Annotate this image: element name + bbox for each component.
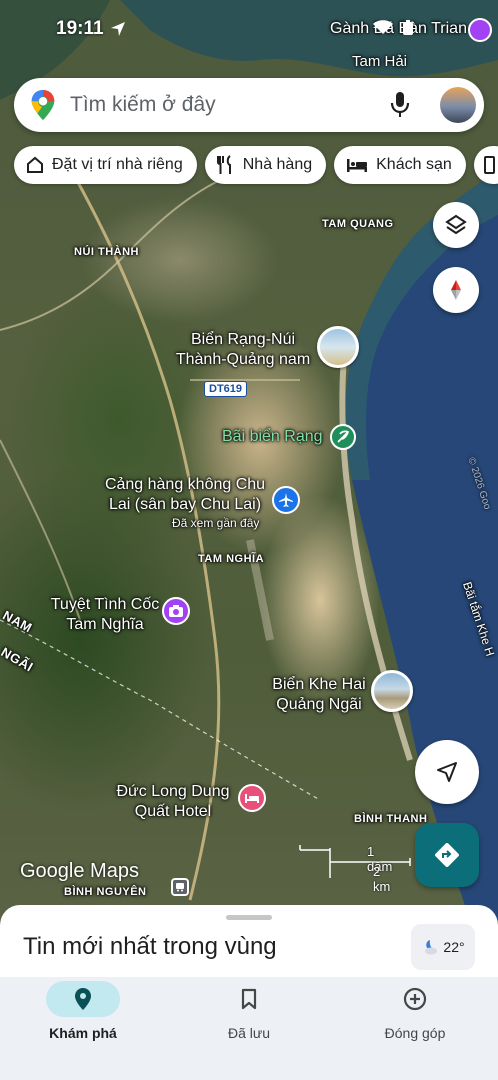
beach-marker-icon[interactable] xyxy=(330,424,356,450)
chip-label: Đặt vị trí nhà riêng xyxy=(52,156,183,173)
status-time: 19:11 xyxy=(56,18,104,39)
chip-more[interactable] xyxy=(473,146,498,184)
place-label[interactable]: NÚI THÀNH xyxy=(74,246,139,258)
weather-badge[interactable]: 22° xyxy=(411,924,475,970)
hotel-icon xyxy=(347,159,368,172)
restaurant-icon xyxy=(216,155,231,174)
nav-saved[interactable]: Đã lưu xyxy=(166,977,332,1080)
poi-sublabel: Đã xem gần đây xyxy=(172,516,260,530)
camera-marker-icon[interactable] xyxy=(162,597,190,625)
poi-photo-marker[interactable] xyxy=(317,326,359,368)
gas-station-icon xyxy=(483,156,495,174)
road-shield: DT619 xyxy=(204,381,248,397)
explore-pin-icon xyxy=(75,988,91,1010)
temperature: 22° xyxy=(443,939,465,955)
search-input[interactable]: Tìm kiếm ở đây xyxy=(70,93,388,117)
sheet-title: Tin mới nhất trong vùng xyxy=(23,933,277,960)
place-label[interactable]: BÌNH THANH xyxy=(354,813,427,825)
airport-marker-icon[interactable] xyxy=(272,486,300,514)
chip-label: Khách sạn xyxy=(376,156,452,173)
status-icons xyxy=(372,20,416,36)
poi-label[interactable]: Bãi biển Rạng xyxy=(222,427,323,447)
google-maps-brand: Google Maps xyxy=(20,860,139,882)
compass-button[interactable] xyxy=(433,267,479,313)
sheet-drag-handle[interactable] xyxy=(226,915,272,920)
poi-label[interactable]: Cảng hàng không Chu Lai (sân bay Chu Lai… xyxy=(100,475,270,515)
poi-label[interactable]: Biển Rạng-Núi Thành-Quảng nam xyxy=(168,330,318,370)
status-bar: 19:11 xyxy=(56,18,126,40)
bottom-navigation: Khám phá Đã lưu Đóng góp xyxy=(0,977,498,1080)
poi-photo-marker[interactable] xyxy=(371,670,413,712)
directions-button[interactable] xyxy=(415,823,479,887)
wifi-icon xyxy=(373,20,393,34)
nav-label: Đóng góp xyxy=(384,1025,446,1041)
place-label[interactable]: TAM NGHĨA xyxy=(198,553,264,565)
poi-label[interactable]: Đức Long Dung Quất Hotel xyxy=(108,782,238,822)
nav-contribute-indicator xyxy=(378,981,452,1017)
nav-explore[interactable]: Khám phá xyxy=(0,977,166,1080)
bookmark-icon xyxy=(241,988,257,1010)
battery-icon xyxy=(403,20,413,35)
bottom-sheet[interactable]: Tin mới nhất trong vùng 22° xyxy=(0,905,498,977)
nav-explore-indicator xyxy=(46,981,120,1017)
poi-label[interactable]: Tuyệt Tình Cốc Tam Nghĩa xyxy=(40,595,170,635)
avatar[interactable] xyxy=(440,87,476,123)
directions-icon xyxy=(435,843,459,867)
nav-saved-indicator xyxy=(212,981,286,1017)
nav-label: Khám phá xyxy=(49,1025,117,1041)
place-label[interactable]: Tam Hải xyxy=(352,53,407,70)
poi-label[interactable]: Biển Khe Hai Quảng Ngãi xyxy=(262,675,376,715)
category-chips: Đặt vị trí nhà riêng Nhà hàng Khách sạn xyxy=(14,146,498,184)
chip-home[interactable]: Đặt vị trí nhà riêng xyxy=(14,146,197,184)
my-location-button[interactable] xyxy=(415,740,479,804)
chip-label: Nhà hàng xyxy=(242,156,313,173)
transit-station-icon[interactable] xyxy=(171,878,189,896)
add-circle-icon xyxy=(403,987,427,1011)
home-icon xyxy=(27,156,43,173)
chip-restaurant[interactable]: Nhà hàng xyxy=(204,146,327,184)
microphone-icon[interactable] xyxy=(388,91,412,119)
compass-icon xyxy=(451,280,461,300)
nav-contribute[interactable]: Đóng góp xyxy=(332,977,498,1080)
moon-cloud-icon xyxy=(425,940,438,955)
layers-button[interactable] xyxy=(433,202,479,248)
google-maps-logo-icon xyxy=(31,89,55,121)
hotel-marker-icon[interactable] xyxy=(238,784,266,812)
search-bar[interactable]: Tìm kiếm ở đây xyxy=(14,78,484,132)
chip-hotel[interactable]: Khách sạn xyxy=(334,146,466,184)
location-arrow-icon xyxy=(110,22,125,36)
nav-label: Đã lưu xyxy=(227,1025,271,1041)
notification-icon[interactable] xyxy=(468,18,492,42)
place-label[interactable]: BÌNH NGUYÊN xyxy=(64,886,147,898)
place-label[interactable]: TAM QUANG xyxy=(322,218,394,230)
layers-icon xyxy=(445,214,467,235)
navigation-arrow-icon xyxy=(437,762,457,782)
scale-km: 2 km xyxy=(373,864,391,894)
